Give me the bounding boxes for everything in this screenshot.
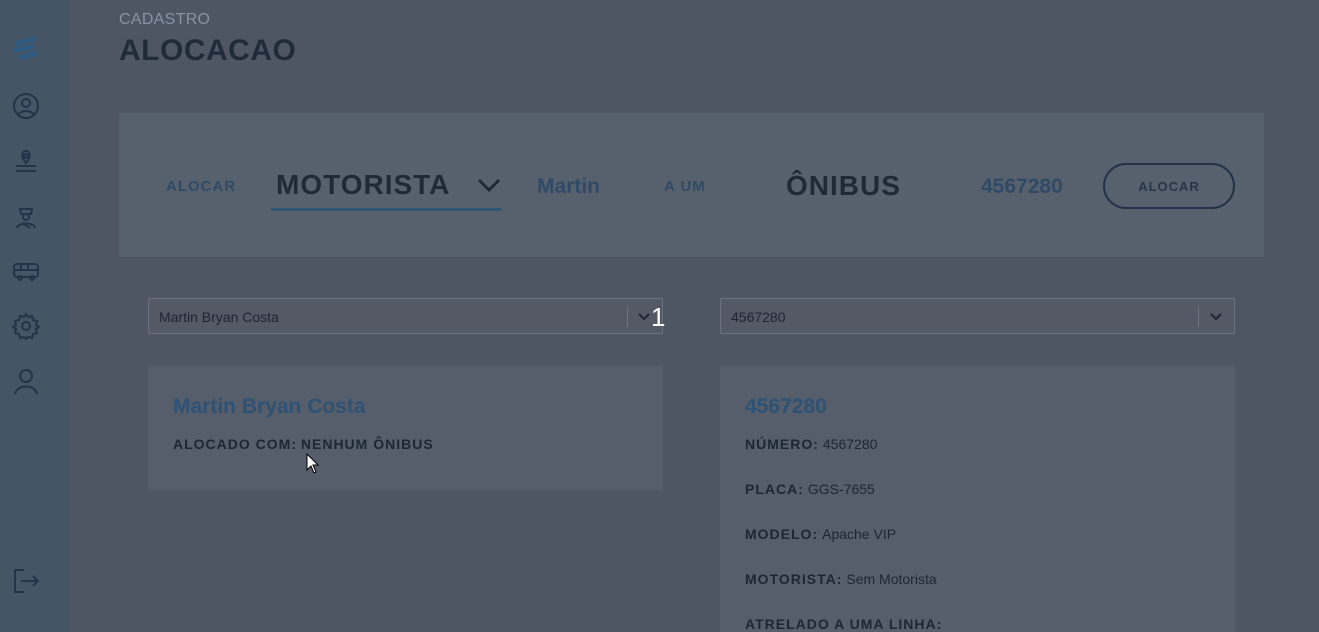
logout-icon[interactable] xyxy=(12,567,40,595)
alocado-label: ALOCADO COM: xyxy=(173,436,297,452)
type-select-underline xyxy=(271,208,502,211)
driver-card: Martin Bryan Costa ALOCADO COM: NENHUM Ô… xyxy=(148,366,663,490)
page-subtitle: CADASTRO xyxy=(119,11,211,28)
select-divider xyxy=(1198,307,1199,327)
driver-allocation-row: ALOCADO COM: NENHUM ÔNIBUS xyxy=(173,436,434,452)
alocar-text: ALOCAR xyxy=(166,178,237,195)
motorista-label: MOTORISTA: xyxy=(745,571,843,587)
logo-icon[interactable] xyxy=(12,33,40,61)
bus-detail-row: MODELO: Apache VIP xyxy=(745,526,896,542)
bus-detail-row: MOTORISTA: Sem Motorista xyxy=(745,571,937,587)
driver-card-name: Martin Bryan Costa xyxy=(173,395,366,418)
person-icon[interactable] xyxy=(12,367,40,395)
selected-driver-name: Martin xyxy=(537,175,600,198)
type-select[interactable]: MOTORISTA xyxy=(271,163,502,211)
gear-icon[interactable] xyxy=(12,312,40,340)
sidebar xyxy=(0,0,69,632)
motorista-value: Sem Motorista xyxy=(846,571,937,587)
chevron-down-icon xyxy=(638,313,650,321)
driver-select[interactable]: Martin Bryan Costa xyxy=(148,298,663,334)
driver-select-value: Martin Bryan Costa xyxy=(159,309,279,325)
step-badge: 1 xyxy=(651,302,666,332)
bus-detail-row: PLACA: GGS-7655 xyxy=(745,481,875,497)
target-value: 4567280 xyxy=(981,175,1063,198)
placa-label: PLACA: xyxy=(745,481,804,497)
chevron-down-icon xyxy=(1210,313,1222,321)
bus-select-value: 4567280 xyxy=(731,309,786,325)
bus-detail-row: NÚMERO: 4567280 xyxy=(745,436,877,452)
route-icon[interactable] xyxy=(12,147,40,175)
page-title: ALOCACAO xyxy=(119,34,297,67)
modelo-value: Apache VIP xyxy=(822,526,897,542)
select-divider xyxy=(627,307,628,327)
target-type: ÔNIBUS xyxy=(786,170,901,201)
bus-card-title: 4567280 xyxy=(745,395,827,418)
mouse-cursor-icon xyxy=(306,453,320,474)
alocar-button[interactable]: ALOCAR xyxy=(1103,163,1235,209)
chevron-down-icon xyxy=(477,178,501,193)
numero-value: 4567280 xyxy=(822,436,878,452)
bus-icon[interactable] xyxy=(12,257,40,285)
bus-card: 4567280 NÚMERO: 4567280 PLACA: GGS-7655 MO… xyxy=(720,366,1235,632)
allocation-bar: ALOCAR MOTORISTA Martin A UM ÔNIBUS 4567… xyxy=(119,113,1264,257)
numero-label: NÚMERO: xyxy=(745,436,819,452)
user-circle-icon[interactable] xyxy=(12,92,40,120)
linha-label: ATRELADO A UMA LINHA: xyxy=(745,616,943,632)
type-select-value: MOTORISTA xyxy=(276,169,451,200)
bus-select[interactable]: 4567280 xyxy=(720,298,1235,334)
driver-icon[interactable] xyxy=(12,202,40,230)
a-um-text: A UM xyxy=(664,178,706,195)
placa-value: GGS-7655 xyxy=(807,481,875,497)
modelo-label: MODELO: xyxy=(745,526,819,542)
alocado-value: NENHUM ÔNIBUS xyxy=(300,436,434,452)
bus-detail-row: ATRELADO A UMA LINHA: xyxy=(745,616,946,632)
